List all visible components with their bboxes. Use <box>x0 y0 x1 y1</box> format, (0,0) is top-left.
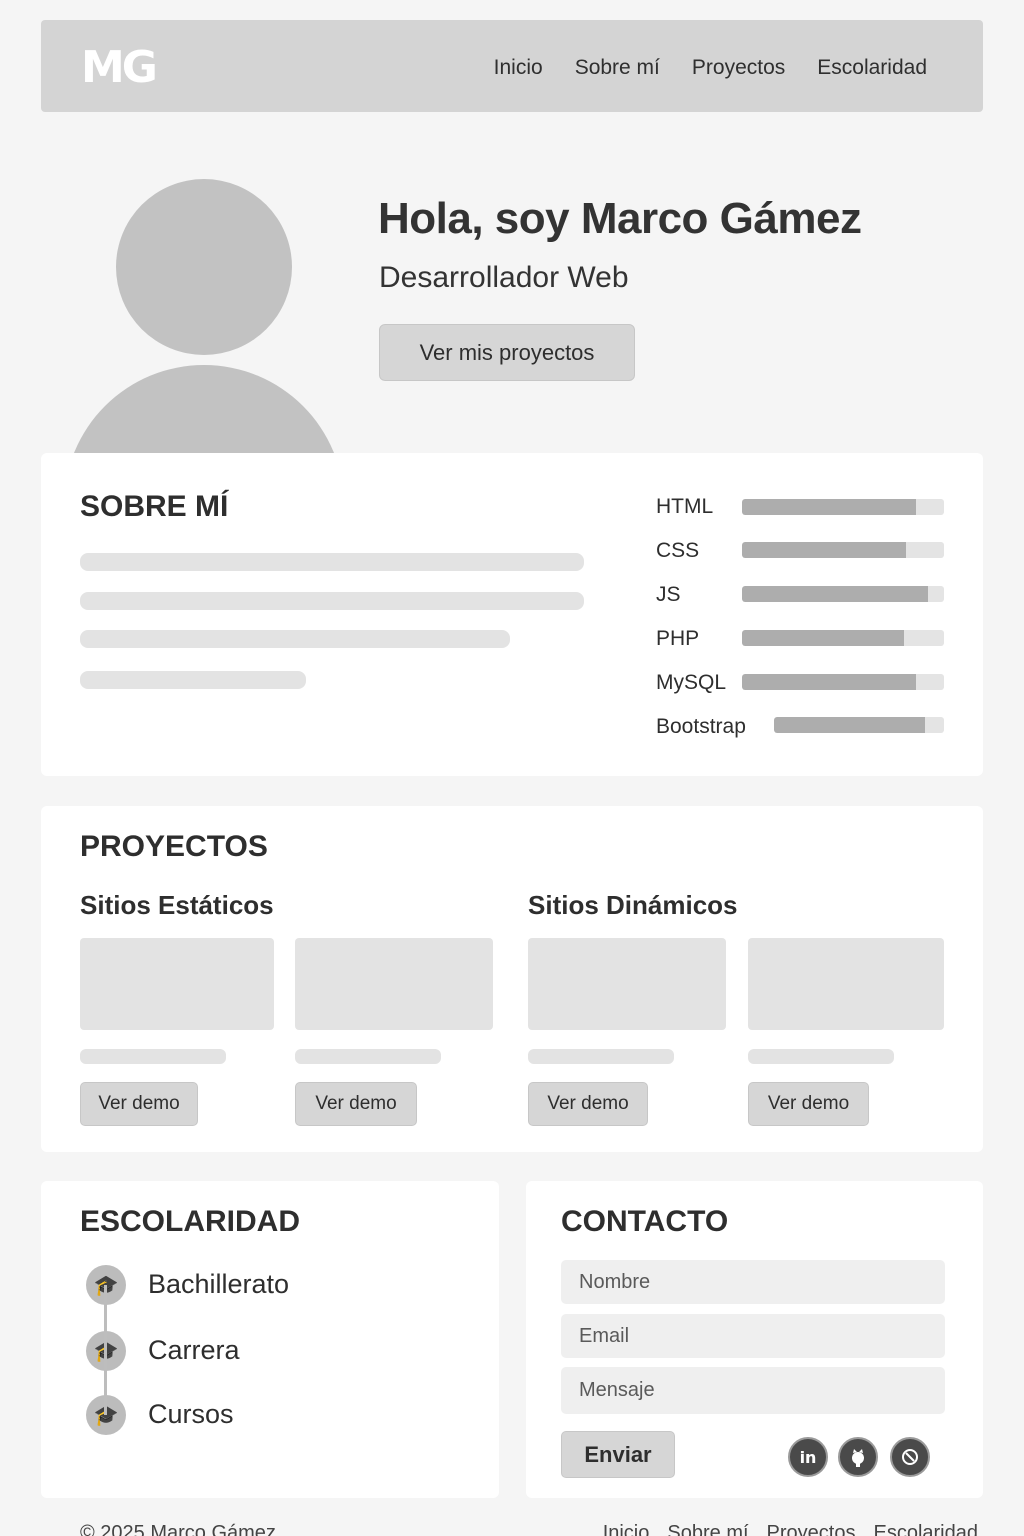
footer-link-proyectos[interactable]: Proyectos <box>767 1522 856 1536</box>
timeline-line <box>104 1285 107 1415</box>
other-social-glyph <box>902 1449 918 1465</box>
project-thumbnail[interactable] <box>748 938 944 1030</box>
project-thumbnail[interactable] <box>528 938 726 1030</box>
education-item: Cursos <box>148 1399 234 1429</box>
main-nav: Inicio Sobre mí Proyectos Escolaridad <box>494 56 927 80</box>
education-item: Carrera <box>148 1335 240 1365</box>
view-demo-button[interactable]: Ver demo <box>528 1082 648 1126</box>
contact-section: CONTACTO Enviar in <box>526 1181 983 1498</box>
avatar-placeholder <box>63 178 345 453</box>
skill-bar-fill <box>742 674 916 690</box>
text-placeholder-line <box>80 630 510 648</box>
text-placeholder-line <box>80 553 584 571</box>
project-thumbnail[interactable] <box>295 938 493 1030</box>
nav-link-escolaridad[interactable]: Escolaridad <box>817 56 927 80</box>
skill-bar <box>742 630 944 646</box>
top-navbar: MG Inicio Sobre mí Proyectos Escolaridad <box>41 20 983 112</box>
project-caption-placeholder <box>80 1049 226 1064</box>
footer-nav: Inicio Sobre mí Proyectos Escolaridad <box>603 1522 978 1536</box>
linkedin-icon[interactable]: in <box>788 1437 828 1477</box>
text-placeholder-line <box>80 671 306 689</box>
send-button[interactable]: Enviar <box>561 1431 675 1478</box>
skill-bar <box>742 542 944 558</box>
skill-label: HTML <box>656 495 714 518</box>
skill-label: CSS <box>656 539 700 562</box>
hero-subtitle: Desarrollador Web <box>379 261 629 294</box>
skill-label: JS <box>656 583 681 606</box>
footer-link-escolaridad[interactable]: Escolaridad <box>873 1522 978 1536</box>
static-sites-title: Sitios Estáticos <box>80 890 274 920</box>
skill-bar-fill <box>774 717 926 733</box>
project-caption-placeholder <box>295 1049 441 1064</box>
github-icon[interactable] <box>838 1437 878 1477</box>
avatar-shoulders <box>64 365 344 453</box>
footer-link-inicio[interactable]: Inicio <box>603 1522 650 1536</box>
skill-bar-fill <box>742 499 916 515</box>
nav-link-inicio[interactable]: Inicio <box>494 56 543 80</box>
text-placeholder-line <box>80 592 584 610</box>
skill-bar-fill <box>742 542 906 558</box>
view-demo-button[interactable]: Ver demo <box>748 1082 869 1126</box>
skill-bar <box>774 717 944 733</box>
footer-link-sobre-mi[interactable]: Sobre mí <box>667 1522 748 1536</box>
project-caption-placeholder <box>748 1049 894 1064</box>
nav-link-sobre-mi[interactable]: Sobre mí <box>575 56 660 80</box>
name-field[interactable] <box>561 1260 945 1304</box>
about-title: SOBRE MÍ <box>80 490 229 523</box>
skill-bar-fill <box>742 630 904 646</box>
skill-bar <box>742 674 944 690</box>
project-thumbnail[interactable] <box>80 938 274 1030</box>
dynamic-sites-title: Sitios Dinámicos <box>528 890 738 920</box>
view-demo-button[interactable]: Ver demo <box>80 1082 198 1126</box>
skill-label: Bootstrap <box>656 715 746 738</box>
view-projects-button[interactable]: Ver mis proyectos <box>379 324 635 381</box>
skill-bar <box>742 586 944 602</box>
view-demo-button[interactable]: Ver demo <box>295 1082 417 1126</box>
hero-title: Hola, soy Marco Gámez <box>378 194 862 243</box>
footer-copyright: © 2025 Marco Gámez <box>80 1522 276 1536</box>
github-glyph <box>852 1449 864 1467</box>
about-section: SOBRE MÍ HTML CSS JS PHP MySQL Bootstrap <box>41 453 983 776</box>
projects-title: PROYECTOS <box>80 830 268 863</box>
skill-label: PHP <box>656 627 700 650</box>
education-section: ESCOLARIDAD 🎓 Bachillerato 🎓 Carrera 🎓 C… <box>41 1181 499 1498</box>
nav-link-proyectos[interactable]: Proyectos <box>692 56 785 80</box>
message-field[interactable] <box>561 1367 945 1414</box>
logo[interactable]: MG <box>81 42 158 93</box>
contact-title: CONTACTO <box>561 1205 729 1238</box>
skill-bar-fill <box>742 586 928 602</box>
other-social-icon[interactable] <box>890 1437 930 1477</box>
email-field[interactable] <box>561 1314 945 1358</box>
skill-label: MySQL <box>656 671 727 694</box>
projects-section: PROYECTOS Sitios Estáticos Sitios Dinámi… <box>41 806 983 1152</box>
education-item: Bachillerato <box>148 1269 290 1299</box>
skill-bar <box>742 499 944 515</box>
avatar-head <box>116 179 292 355</box>
education-title: ESCOLARIDAD <box>80 1205 301 1238</box>
project-caption-placeholder <box>528 1049 674 1064</box>
